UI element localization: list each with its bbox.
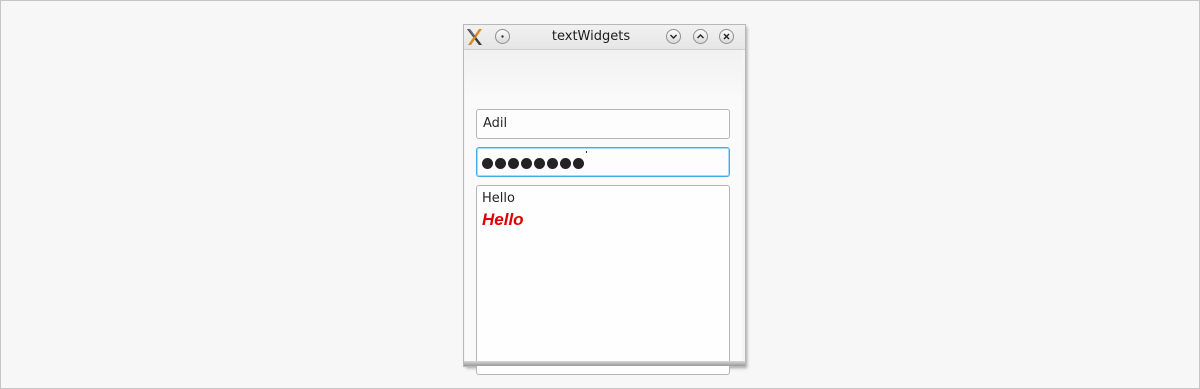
rich-text-line: Hello xyxy=(482,210,524,229)
kde-x-app-icon[interactable] xyxy=(467,28,485,46)
password-mask-dot xyxy=(547,158,558,169)
window-title: textWidgets xyxy=(551,29,631,44)
plain-text-line: Hello xyxy=(482,191,515,206)
maximize-icon[interactable] xyxy=(693,29,708,44)
name-input[interactable]: Adil xyxy=(476,109,730,139)
password-mask-dot xyxy=(521,158,532,169)
window-bottom-border xyxy=(464,361,745,366)
rich-text-editor[interactable]: Hello Hello xyxy=(476,185,730,375)
desktop-background: textWidgets Adil Hello Hello xyxy=(0,0,1200,389)
password-mask xyxy=(482,153,586,170)
password-mask-dot xyxy=(560,158,571,169)
window-titlebar[interactable]: textWidgets xyxy=(464,25,745,50)
window-content: Adil Hello Hello xyxy=(465,50,742,375)
password-mask-dot xyxy=(534,158,545,169)
password-input[interactable] xyxy=(476,147,730,177)
name-input-value: Adil xyxy=(483,116,508,131)
password-mask-dot xyxy=(482,158,493,169)
password-mask-dot xyxy=(508,158,519,169)
text-cursor xyxy=(586,151,587,153)
password-mask-dot xyxy=(495,158,506,169)
window-menu-icon[interactable] xyxy=(495,29,510,44)
close-icon[interactable] xyxy=(719,29,734,44)
password-mask-dot xyxy=(573,158,584,169)
minimize-icon[interactable] xyxy=(666,29,681,44)
app-window: textWidgets Adil Hello Hello xyxy=(464,25,745,375)
